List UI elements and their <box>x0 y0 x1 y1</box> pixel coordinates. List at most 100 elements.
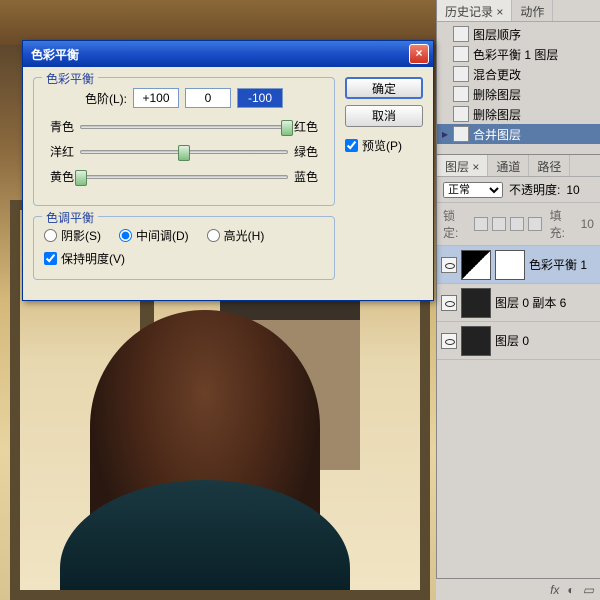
folder-icon[interactable]: ▭ <box>583 583 594 597</box>
slider-handle[interactable] <box>281 120 293 136</box>
lock-icon[interactable] <box>492 217 506 231</box>
tab-channels[interactable]: 通道 <box>488 155 529 176</box>
slider-right-label: 红色 <box>294 118 324 135</box>
radio-midtones[interactable]: 中间调(D) <box>119 227 189 244</box>
preview-checkbox-row[interactable]: 预览(P) <box>345 137 423 154</box>
layer-mode-row: 正常 不透明度: 10 <box>437 177 600 203</box>
lock-row: 锁定: 填充: 10 <box>437 203 600 246</box>
history-icon <box>453 26 469 42</box>
slider-left-label: 洋红 <box>44 143 74 160</box>
dialog-titlebar[interactable]: 色彩平衡 × <box>23 41 433 67</box>
opacity-value[interactable]: 10 <box>566 183 579 197</box>
layer-row[interactable]: 色彩平衡 1 <box>437 246 600 284</box>
preview-label: 预览(P) <box>362 137 402 154</box>
color-balance-group: 色彩平衡 色阶(L): 青色 红色 洋红 绿色 <box>33 77 335 206</box>
cancel-button[interactable]: 取消 <box>345 105 423 127</box>
layer-thumb <box>461 326 491 356</box>
visibility-icon[interactable] <box>441 333 457 349</box>
history-item[interactable]: 删除图层 <box>437 84 600 104</box>
level-yellow-input[interactable] <box>237 88 283 108</box>
slider-left-label: 黄色 <box>44 168 74 185</box>
slider-handle[interactable] <box>75 170 87 186</box>
lock-label: 锁定: <box>443 207 470 241</box>
history-label: 混合更改 <box>473 66 521 83</box>
preserve-checkbox[interactable] <box>44 252 57 265</box>
history-label: 图层顺序 <box>473 26 521 43</box>
tone-radios: 阴影(S) 中间调(D) 高光(H) <box>44 227 324 244</box>
history-item[interactable]: 混合更改 <box>437 64 600 84</box>
fill-label: 填充: <box>550 207 577 241</box>
tab-actions[interactable]: 动作 <box>512 0 553 21</box>
tab-paths[interactable]: 路径 <box>529 155 570 176</box>
preserve-luminosity[interactable]: 保持明度(V) <box>44 250 324 267</box>
opacity-label: 不透明度: <box>509 181 560 198</box>
group-legend: 色调平衡 <box>42 209 98 226</box>
slider-right-label: 蓝色 <box>294 168 324 185</box>
layers-footer: fx ◐ ▭ <box>436 578 600 600</box>
dialog-buttons: 确定 取消 预览(P) <box>345 77 423 290</box>
history-item[interactable]: 色彩平衡 1 图层 <box>437 44 600 64</box>
history-label: 删除图层 <box>473 86 521 103</box>
preview-checkbox[interactable] <box>345 139 358 152</box>
fx-icon[interactable]: fx <box>550 583 559 597</box>
slider-track[interactable] <box>80 150 288 154</box>
layer-row[interactable]: 图层 0 副本 6 <box>437 284 600 322</box>
history-item[interactable]: 图层顺序 <box>437 24 600 44</box>
layer-name: 图层 0 副本 6 <box>495 294 566 311</box>
visibility-icon[interactable] <box>441 295 457 311</box>
layer-thumb <box>461 288 491 318</box>
slider-track[interactable] <box>80 125 288 129</box>
history-icon <box>453 86 469 102</box>
levels-row: 色阶(L): <box>44 88 324 108</box>
level-cyan-input[interactable] <box>133 88 179 108</box>
lock-icon[interactable] <box>474 217 488 231</box>
ok-button[interactable]: 确定 <box>345 77 423 99</box>
history-label: 色彩平衡 1 图层 <box>473 46 558 63</box>
radio-highlights[interactable]: 高光(H) <box>207 227 265 244</box>
dialog-title: 色彩平衡 <box>31 46 79 63</box>
slider-right-label: 绿色 <box>294 143 324 160</box>
layer-name: 图层 0 <box>495 332 529 349</box>
history-item[interactable]: 删除图层 <box>437 104 600 124</box>
color-balance-dialog: 色彩平衡 × 色彩平衡 色阶(L): 青色 红色 洋红 <box>22 40 434 301</box>
curtain-shape <box>0 0 440 45</box>
history-icon <box>453 46 469 62</box>
slider-cyan-red: 青色 红色 <box>44 118 324 135</box>
history-label: 合并图层 <box>473 126 521 143</box>
preserve-label: 保持明度(V) <box>61 250 125 267</box>
slider-handle[interactable] <box>178 145 190 161</box>
tone-balance-group: 色调平衡 阴影(S) 中间调(D) 高光(H) 保持明度(V) <box>33 216 335 280</box>
layer-mask <box>495 250 525 280</box>
tab-history[interactable]: 历史记录 × <box>437 0 512 21</box>
history-item[interactable]: ▸合并图层 <box>437 124 600 144</box>
history-icon <box>453 66 469 82</box>
layer-thumb <box>461 250 491 280</box>
history-icon <box>453 106 469 122</box>
lock-icon[interactable] <box>528 217 542 231</box>
right-panels: 历史记录 × 动作 图层顺序 色彩平衡 1 图层 混合更改 删除图层 删除图层 … <box>436 0 600 600</box>
radio-shadows[interactable]: 阴影(S) <box>44 227 101 244</box>
layers-panel: 图层 × 通道 路径 正常 不透明度: 10 锁定: 填充: 10 色彩平衡 1 <box>437 154 600 360</box>
slider-track[interactable] <box>80 175 288 179</box>
history-list: 图层顺序 色彩平衡 1 图层 混合更改 删除图层 删除图层 ▸合并图层 <box>437 22 600 146</box>
slider-magenta-green: 洋红 绿色 <box>44 143 324 160</box>
layer-row[interactable]: 图层 0 <box>437 322 600 360</box>
history-label: 删除图层 <box>473 106 521 123</box>
mask-icon[interactable]: ◐ <box>567 583 574 597</box>
lock-icon[interactable] <box>510 217 524 231</box>
close-icon[interactable]: × <box>409 44 429 64</box>
dialog-body: 色彩平衡 色阶(L): 青色 红色 洋红 绿色 <box>23 67 433 300</box>
group-legend: 色彩平衡 <box>42 70 98 87</box>
fill-value[interactable]: 10 <box>581 217 594 231</box>
dialog-left: 色彩平衡 色阶(L): 青色 红色 洋红 绿色 <box>33 77 335 290</box>
blend-mode-select[interactable]: 正常 <box>443 182 503 198</box>
history-icon <box>453 126 469 142</box>
tab-layers[interactable]: 图层 × <box>437 155 488 176</box>
layer-name: 色彩平衡 1 <box>529 256 587 273</box>
visibility-icon[interactable] <box>441 257 457 273</box>
level-magenta-input[interactable] <box>185 88 231 108</box>
slider-yellow-blue: 黄色 蓝色 <box>44 168 324 185</box>
layers-tabs: 图层 × 通道 路径 <box>437 155 600 177</box>
history-tabs: 历史记录 × 动作 <box>437 0 600 22</box>
slider-left-label: 青色 <box>44 118 74 135</box>
